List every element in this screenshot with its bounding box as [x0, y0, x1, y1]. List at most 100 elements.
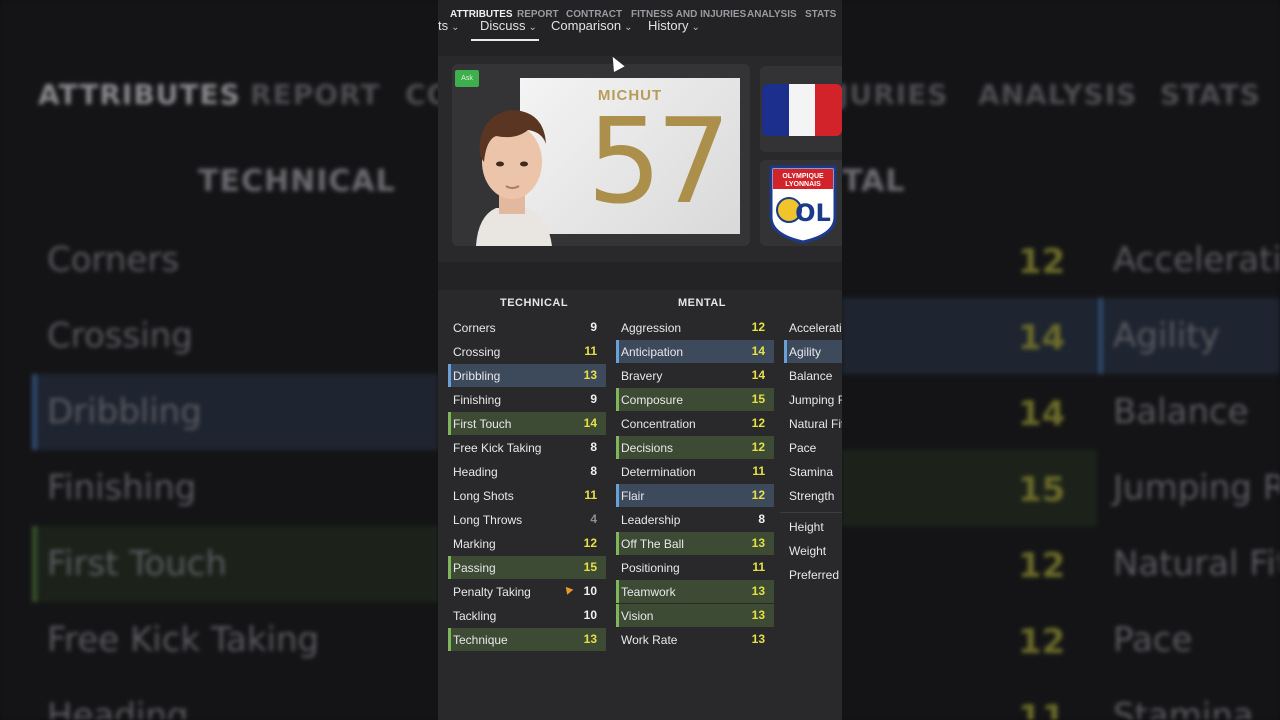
chevron-down-icon: ⌄: [451, 22, 460, 33]
bg-tab: ANALYSIS: [978, 78, 1138, 111]
attribute-label: Aggression: [621, 321, 682, 335]
attribute-label: Long Shots: [453, 489, 514, 503]
attribute-value: 10: [583, 608, 597, 622]
attribute-row-jumping-reach[interactable]: Jumping R: [784, 388, 842, 411]
attribute-label: Positioning: [621, 561, 680, 575]
bg-item: Corners: [47, 240, 180, 280]
attribute-label: Vision: [621, 609, 654, 623]
ask-button[interactable]: Ask: [455, 70, 479, 87]
shirt-number: 57: [586, 92, 731, 230]
bg-value: 14: [1018, 318, 1066, 358]
tab-report[interactable]: REPORT: [517, 9, 559, 20]
attribute-label: Concentration: [621, 417, 696, 431]
bg-heading: TECHNICAL: [198, 164, 396, 199]
attribute-row-long-shots[interactable]: Long Shots 11: [448, 484, 606, 507]
attribute-row-crossing[interactable]: Crossing 11: [448, 340, 606, 363]
attribute-row-composure[interactable]: Composure 15: [616, 388, 774, 411]
attribute-row-free-kick-taking[interactable]: Free Kick Taking 8: [448, 436, 606, 459]
attribute-label: Natural Fit: [789, 417, 842, 431]
bg-value: 14: [1018, 394, 1066, 434]
tab-attributes[interactable]: ATTRIBUTES: [450, 9, 513, 20]
attribute-label: Free Kick Taking: [453, 441, 542, 455]
attribute-label: Work Rate: [621, 633, 678, 647]
attribute-row-strength[interactable]: Strength: [784, 484, 842, 507]
attribute-row-anticipation[interactable]: Anticipation 14: [616, 340, 774, 363]
menu-stats[interactable]: ts ⌄: [438, 18, 460, 33]
attribute-row-vision[interactable]: Vision 13: [616, 604, 774, 627]
attribute-row-leadership[interactable]: Leadership 8: [616, 508, 774, 531]
active-menu-indicator: [471, 39, 539, 41]
player-profile-panel: ts ⌄ Discuss ⌄ Comparison ⌄ History ⌄ Ask MI…: [438, 0, 842, 720]
attribute-value: 9: [590, 392, 597, 406]
tab-stats[interactable]: STATS: [805, 9, 836, 20]
attribute-row-positioning[interactable]: Positioning 11: [616, 556, 774, 579]
menu-discuss[interactable]: Discuss ⌄: [480, 18, 537, 33]
tab-fitness-and-injuries[interactable]: FITNESS AND INJURIES: [631, 9, 746, 20]
attribute-value: 9: [590, 320, 597, 334]
attribute-row-concentration[interactable]: Concentration 12: [616, 412, 774, 435]
attribute-label: Bravery: [621, 369, 663, 383]
tab-contract[interactable]: CONTRACT: [566, 9, 622, 20]
attribute-row-finishing[interactable]: Finishing 9: [448, 388, 606, 411]
attribute-label: Off The Ball: [621, 537, 684, 551]
profile-tabs: [438, 262, 842, 290]
attribute-row-technique[interactable]: Technique 13: [448, 628, 606, 651]
attribute-row-corners[interactable]: Corners 9: [448, 316, 606, 339]
attribute-value: 12: [751, 440, 765, 454]
attribute-row-natural-fitness[interactable]: Natural Fit: [784, 412, 842, 435]
attribute-row-decisions[interactable]: Decisions 12: [616, 436, 774, 459]
attribute-row-passing[interactable]: Passing 15: [448, 556, 606, 579]
menu-history[interactable]: History ⌄: [648, 18, 700, 33]
attribute-value: 13: [751, 632, 765, 646]
attribute-value: 13: [751, 608, 765, 622]
attribute-row-balance[interactable]: Balance: [784, 364, 842, 387]
attribute-value: 8: [590, 440, 597, 454]
attribute-row-pace[interactable]: Pace: [784, 436, 842, 459]
attribute-value: 8: [590, 464, 597, 478]
attribute-label: Agility: [789, 345, 822, 359]
attribute-row-bravery[interactable]: Bravery 14: [616, 364, 774, 387]
attribute-value: 14: [583, 416, 597, 430]
attribute-row-first-touch[interactable]: First Touch 14: [448, 412, 606, 435]
bg-item: First Touch: [47, 544, 227, 584]
attribute-label: Marking: [453, 537, 496, 551]
bg-heading: TAL: [842, 164, 906, 199]
menu-comparison[interactable]: Comparison ⌄: [551, 18, 632, 33]
attribute-label: Pace: [789, 441, 817, 455]
attribute-row-aggression[interactable]: Aggression 12: [616, 316, 774, 339]
detail-label: Weight: [789, 544, 827, 558]
attribute-value: 11: [584, 344, 597, 358]
club-crest-monogram: OL: [795, 199, 831, 227]
attribute-row-penalty-taking[interactable]: Penalty Taking 10: [448, 580, 606, 603]
attribute-row-stamina[interactable]: Stamina: [784, 460, 842, 483]
tab-analysis[interactable]: ANALYSIS: [747, 9, 797, 20]
attribute-row-heading[interactable]: Heading 8: [448, 460, 606, 483]
attribute-row-off-the-ball[interactable]: Off The Ball 13: [616, 532, 774, 555]
attribute-row-teamwork[interactable]: Teamwork 13: [616, 580, 774, 603]
attribute-label: Determination: [621, 465, 696, 479]
attribute-value: 15: [583, 560, 597, 574]
attribute-label: Anticipation: [621, 345, 684, 359]
menu-label: Comparison: [551, 18, 622, 33]
attribute-row-acceleration[interactable]: Accelerati: [784, 316, 842, 339]
menu-label: Discuss: [480, 18, 526, 33]
attribute-value: 8: [758, 512, 765, 526]
attribute-row-agility[interactable]: Agility: [784, 340, 842, 363]
attribute-row-flair[interactable]: Flair 12: [616, 484, 774, 507]
chevron-down-icon: ⌄: [624, 22, 633, 33]
attribute-label: Leadership: [621, 513, 681, 527]
attribute-value: 13: [751, 584, 765, 598]
attribute-row-long-throws[interactable]: Long Throws 4: [448, 508, 606, 531]
attribute-value: 12: [751, 488, 765, 502]
bg-value: 15: [1018, 470, 1066, 510]
attribute-row-dribbling[interactable]: Dribbling 13: [448, 364, 606, 387]
club-crest-icon[interactable]: OLYMPIQUE LYONNAIS OL: [769, 165, 837, 243]
attribute-row-work-rate[interactable]: Work Rate 13: [616, 628, 774, 651]
bg-item: Heading: [47, 696, 189, 720]
menu-label: ts: [438, 18, 449, 33]
attribute-row-marking[interactable]: Marking 12: [448, 532, 606, 555]
attribute-row-tackling[interactable]: Tackling 10: [448, 604, 606, 627]
menu-label: History: [648, 18, 689, 33]
attribute-row-determination[interactable]: Determination 11: [616, 460, 774, 483]
bg-tab: ATTRIBUTES: [38, 78, 241, 111]
